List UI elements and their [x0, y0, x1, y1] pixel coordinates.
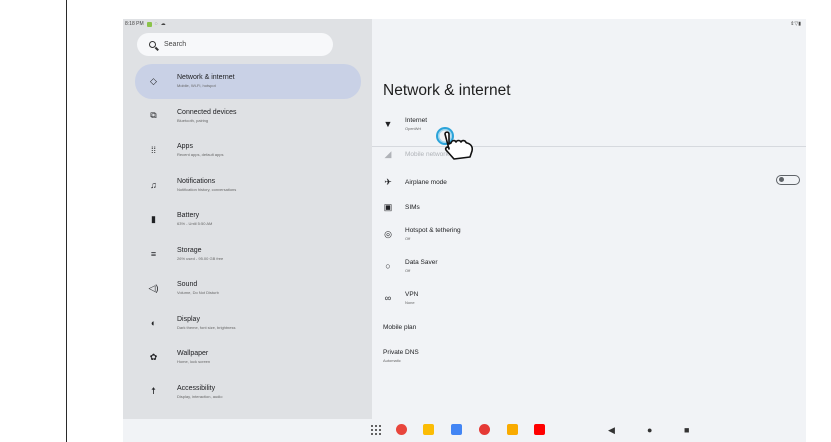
setting-label: SIMs: [405, 204, 420, 211]
setting-sub: Off: [405, 268, 411, 273]
cell-signal-icon: ◢: [384, 149, 392, 159]
setting-label: VPN: [405, 291, 419, 298]
sidebar-item-sub: Bluetooth, pairing: [177, 117, 209, 123]
toggle-knob: [779, 177, 784, 183]
sidebar-item-label: Notifications: [177, 177, 216, 185]
status-bar-left: 8:18 PM ◌ ☁: [125, 21, 166, 27]
sidebar-item-display[interactable]: ◐ Display Dark theme, font size, brightnes…: [135, 306, 361, 341]
setting-vpn[interactable]: ∞ VPN None: [383, 291, 419, 305]
private-dns-item[interactable]: Private DNS Automatic: [383, 349, 419, 363]
speaker-icon: ◁): [148, 282, 159, 293]
search-icon: [149, 41, 156, 48]
photos-app-icon[interactable]: [423, 424, 434, 435]
hotspot-icon: ◎: [384, 228, 392, 239]
sidebar-item-sub: 26% used - 95.00 GB free: [177, 255, 224, 261]
frame-border: [66, 0, 67, 442]
setting-hotspot-tethering[interactable]: ◎ Hotspot & tethering Off: [383, 227, 461, 241]
sidebar-item-label: Connected devices: [177, 108, 237, 116]
data-saver-icon: ○: [385, 261, 391, 271]
palette-icon: ✿: [149, 351, 158, 362]
notification-icon: ◌: [154, 21, 158, 27]
taskbar: ◀ ● ■: [123, 419, 806, 442]
home-icon[interactable]: ●: [647, 425, 652, 435]
notification-app-icon: [146, 21, 152, 27]
sidebar-item-label: Network & internet: [177, 74, 235, 82]
youtube-app-icon[interactable]: [534, 424, 545, 435]
vpn-key-icon: ∞: [384, 293, 392, 303]
setting-airplane-mode[interactable]: ✈ Airplane mode: [383, 177, 447, 188]
network-internet-pane: ⇕▽▮ Network & internet ▼ Internet OpenWrt ◢…: [372, 19, 806, 419]
accessibility-icon: ☨: [151, 386, 156, 397]
sidebar-item-label: Battery: [177, 212, 200, 220]
sidebar-item-label: Apps: [177, 143, 193, 151]
sidebar-item-connected-devices[interactable]: ⧉ Connected devices Bluetooth, pairing: [135, 99, 361, 134]
devices-icon: ⧉: [150, 110, 157, 121]
back-icon[interactable]: ◀: [608, 425, 615, 436]
setting-sims[interactable]: ▣ SIMs: [383, 202, 420, 213]
setting-sub: Off: [405, 236, 411, 241]
sidebar-item-network-internet[interactable]: ◇ Network & internet Mobile, Wi-Fi, hotspo…: [135, 64, 361, 99]
sidebar-item-sub: Recent apps, default apps: [177, 152, 224, 158]
mobile-plan-item[interactable]: Mobile plan: [383, 324, 416, 331]
cloud-icon: ☁: [160, 21, 166, 27]
sidebar-item-sub: Notification history, conversations: [177, 186, 237, 192]
tablet-screen: 8:18 PM ◌ ☁ Search ◇ Network & internet Mo…: [123, 19, 806, 442]
airplane-icon: ✈: [384, 177, 392, 187]
sidebar-item-sub: Volume, Do Not Disturb: [177, 290, 219, 296]
private-dns-sub: Automatic: [383, 358, 401, 363]
music-app-icon[interactable]: [479, 424, 490, 435]
sidebar-item-sub: Dark theme, font size, brightness: [177, 324, 236, 330]
setting-label: Internet: [405, 117, 428, 124]
clock: 8:18 PM: [125, 21, 144, 27]
setting-label: Data Saver: [405, 259, 438, 266]
sim-icon: ▣: [383, 202, 393, 212]
storage-icon: ≡: [150, 248, 157, 259]
sidebar-item-label: Accessibility: [177, 384, 216, 392]
setting-label: Hotspot & tethering: [405, 227, 461, 234]
settings-sidebar: 8:18 PM ◌ ☁ Search ◇ Network & internet Mo…: [123, 19, 372, 431]
sidebar-item-label: Display: [177, 315, 200, 323]
mobile-plan-label: Mobile plan: [383, 324, 417, 331]
setting-sub: None: [405, 300, 415, 305]
battery-icon: ▮: [151, 213, 156, 224]
setting-internet[interactable]: ▼ Internet OpenWrt: [383, 117, 428, 131]
sidebar-item-sub: Mobile, Wi-Fi, hotspot: [177, 83, 216, 89]
setting-sub: OpenWrt: [405, 126, 421, 131]
bell-icon: ♫: [150, 179, 157, 190]
app-drawer-icon[interactable]: [371, 425, 381, 435]
sidebar-nav: ◇ Network & internet Mobile, Wi-Fi, hotspo…: [135, 64, 361, 442]
sidebar-item-sub: 63% - Until 5:50 AM: [177, 221, 213, 227]
wifi-signal-icon: ▼: [383, 119, 393, 129]
sidebar-item-apps[interactable]: ⁞⁞ Apps Recent apps, default apps: [135, 133, 361, 168]
private-dns-label: Private DNS: [383, 349, 419, 356]
setting-data-saver[interactable]: ○ Data Saver Off: [383, 259, 438, 273]
chrome-app-icon[interactable]: [396, 424, 407, 435]
keep-app-icon[interactable]: [507, 424, 518, 435]
sidebar-item-accessibility[interactable]: ☨ Accessibility Display, interaction, audi…: [135, 375, 361, 410]
divider: [372, 146, 806, 147]
display-icon: ◐: [150, 317, 157, 328]
sidebar-item-storage[interactable]: ≡ Storage 26% used - 95.00 GB free: [135, 237, 361, 272]
setting-mobile-network[interactable]: ◢ Mobile network: [383, 149, 449, 160]
pointing-hand-icon: [444, 131, 474, 160]
sidebar-item-label: Sound: [177, 281, 198, 289]
wifi-icon: ◇: [150, 75, 157, 86]
search-placeholder: Search: [164, 41, 187, 48]
sidebar-item-battery[interactable]: ▮ Battery 63% - Until 5:50 AM: [135, 202, 361, 237]
sidebar-item-wallpaper[interactable]: ✿ Wallpaper Home, lock screen: [135, 340, 361, 375]
sidebar-item-sub: Display, interaction, audio: [177, 393, 223, 399]
sidebar-item-notifications[interactable]: ♫ Notifications Notification history, conv…: [135, 168, 361, 203]
status-bar-right: ⇕▽▮: [790, 21, 801, 27]
setting-label: Airplane mode: [405, 179, 447, 186]
apps-grid-icon: ⁞⁞: [150, 145, 156, 156]
search-bar[interactable]: Search: [137, 33, 333, 56]
sidebar-item-sub: Home, lock screen: [177, 359, 211, 365]
files-app-icon[interactable]: [451, 424, 462, 435]
recents-icon[interactable]: ■: [684, 425, 689, 435]
sidebar-item-label: Wallpaper: [177, 350, 209, 358]
sidebar-item-label: Storage: [177, 246, 202, 254]
airplane-mode-toggle[interactable]: [776, 175, 800, 185]
page-title: Network & internet: [383, 82, 511, 99]
sidebar-item-sound[interactable]: ◁) Sound Volume, Do Not Disturb: [135, 271, 361, 306]
